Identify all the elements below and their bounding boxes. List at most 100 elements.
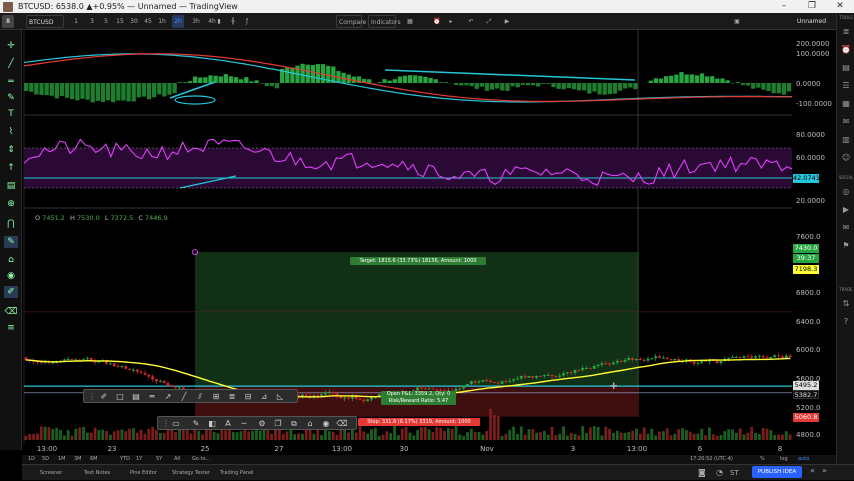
fullscreen-icon[interactable]: ⤢ xyxy=(484,15,494,28)
parallel-icon[interactable]: ⫽ xyxy=(194,391,206,402)
data-window-icon[interactable]: ▤ xyxy=(840,63,852,73)
chart-icon[interactable]: ⊟ xyxy=(242,391,254,402)
maximize-icon[interactable]: ❐ xyxy=(798,0,826,13)
ideas-icon[interactable]: ◎ xyxy=(840,187,852,197)
line-color-icon[interactable]: ✎ xyxy=(190,418,202,429)
play-icon[interactable]: ▶ xyxy=(502,15,512,28)
interval-5[interactable]: 5 xyxy=(100,15,112,28)
camera-icon[interactable]: ◙ xyxy=(698,465,706,481)
bottom-tab-text-notes[interactable]: Text Notes xyxy=(84,465,110,481)
candles-icon[interactable]: ╫ xyxy=(228,15,238,28)
interval-15[interactable]: 15 xyxy=(114,15,126,28)
minimize-icon[interactable]: – xyxy=(770,0,798,13)
alerts-icon[interactable]: ⏰ xyxy=(840,45,852,55)
timeframe-1m[interactable]: 1M xyxy=(58,455,66,464)
profile-avatar[interactable]: 8 xyxy=(2,15,14,28)
stocktwits-icon[interactable]: ST xyxy=(730,465,739,481)
timeframe-goto[interactable]: Go to... xyxy=(192,455,210,464)
long-position-icon[interactable]: ⊿ xyxy=(258,391,270,402)
notifications-icon[interactable]: ⚑ xyxy=(840,241,852,251)
short-position-icon[interactable]: ◺ xyxy=(274,391,286,402)
expand-icon[interactable]: » xyxy=(822,466,827,475)
help-icon[interactable]: ? xyxy=(840,317,852,327)
settings-icon[interactable]: ⚙ xyxy=(256,418,268,429)
pencil-icon[interactable]: ✐ xyxy=(98,391,110,402)
visibility-icon[interactable]: ◉ xyxy=(320,418,332,429)
collapse-icon[interactable]: « xyxy=(810,466,815,475)
bottom-tab-trading-panel[interactable]: Trading Panel xyxy=(220,465,253,481)
watchlist-icon[interactable]: ≣ xyxy=(840,27,852,37)
bottom-tab-pine-editor[interactable]: Pine Editor xyxy=(130,465,157,481)
interval-3h[interactable]: 3h xyxy=(190,15,202,28)
bottom-tab-screener[interactable]: Screener xyxy=(40,465,62,481)
grid-icon[interactable]: ⊞ xyxy=(210,391,222,402)
timeframe-1y[interactable]: 1Y xyxy=(136,455,142,464)
replay-icon[interactable]: ▸ xyxy=(446,15,456,28)
timeframe-5y[interactable]: 5Y xyxy=(156,455,162,464)
copy-icon[interactable]: ❐ xyxy=(272,418,284,429)
line-width-icon[interactable]: ─ xyxy=(238,418,250,429)
volume-bar xyxy=(635,429,638,440)
text-color-icon[interactable]: A xyxy=(222,418,234,429)
fx-icon[interactable]: ƒ xyxy=(242,15,252,28)
drag-handle-icon[interactable]: ⋮ xyxy=(86,391,98,402)
line-style-icon[interactable]: ═ xyxy=(146,391,158,402)
news-icon[interactable]: ✉ xyxy=(840,117,852,127)
ray-icon[interactable]: ↗ xyxy=(162,391,174,402)
interval-2h[interactable]: 2h xyxy=(172,15,184,28)
templates-icon[interactable]: ▦ xyxy=(405,15,415,28)
dom-icon[interactable]: ▥ xyxy=(840,135,852,145)
timeframe-5d[interactable]: 5D xyxy=(42,455,49,464)
avatar[interactable] xyxy=(3,2,13,12)
select-icon[interactable]: ▭ xyxy=(170,418,182,429)
tweet-icon[interactable]: ◔ xyxy=(716,465,723,481)
bottom-tab-strategy-tester[interactable]: Strategy Tester xyxy=(172,465,210,481)
lock-icon[interactable]: ⌂ xyxy=(304,418,316,429)
timeframe-6m[interactable]: 6M xyxy=(90,455,98,464)
calendar-icon[interactable]: ▦ xyxy=(840,99,852,109)
chart-canvas[interactable]: ✛ xyxy=(0,30,796,445)
streams-icon[interactable]: ▶ xyxy=(840,205,852,215)
time-tick: 23 xyxy=(108,445,117,454)
ohlc-close: 7446.9 xyxy=(145,214,168,222)
timeframe-3m[interactable]: 3M xyxy=(74,455,82,464)
log-toggle[interactable]: log xyxy=(780,455,788,464)
publish-idea-button[interactable]: PUBLISH IDEA xyxy=(752,466,802,478)
interval-3[interactable]: 3 xyxy=(86,15,98,28)
trend-icon[interactable]: ╱ xyxy=(178,391,190,402)
histogram-bar xyxy=(152,83,156,97)
interval-30[interactable]: 30 xyxy=(128,15,140,28)
interval-45[interactable]: 45 xyxy=(142,15,154,28)
volume-bar xyxy=(74,429,77,440)
timeframe-1d[interactable]: 1D xyxy=(28,455,35,464)
delete-icon[interactable]: ⌫ xyxy=(336,418,348,429)
compare-button[interactable]: Compare xyxy=(336,15,362,28)
indicators-button[interactable]: Indicators xyxy=(368,15,396,28)
fill-color-icon[interactable]: ◧ xyxy=(206,418,218,429)
percent-toggle[interactable]: % xyxy=(760,455,765,464)
layout-name[interactable]: Unnamed xyxy=(795,15,825,28)
chat-icon[interactable]: ☺ xyxy=(840,153,852,163)
trading-icon[interactable]: ⇅ xyxy=(840,299,852,309)
template-icon[interactable]: ▤ xyxy=(130,391,142,402)
auto-toggle[interactable]: auto xyxy=(798,455,809,464)
timeframe-ytd[interactable]: YTD xyxy=(120,455,130,464)
histogram-bar xyxy=(254,80,258,83)
fib-icon[interactable]: ≣ xyxy=(226,391,238,402)
alert-icon[interactable]: ⏰ xyxy=(431,15,441,28)
stop-label[interactable]: Stop: 331.8 (6.17%) 3319, Amount: 1000 xyxy=(358,418,480,426)
chart-type-icon[interactable]: ▮ xyxy=(214,15,224,28)
interval-1h[interactable]: 1h xyxy=(156,15,168,28)
target-label[interactable]: Target: 1815.6 (33.73%) 18156, Amount: 1… xyxy=(350,257,486,265)
clone-icon[interactable]: ⧉ xyxy=(288,418,300,429)
timeframe-all[interactable]: All xyxy=(174,455,180,464)
undo-icon[interactable]: ↶ xyxy=(466,15,476,28)
close-icon[interactable]: ✕ xyxy=(826,0,854,13)
interval-1[interactable]: 1 xyxy=(70,15,82,28)
layout-icon[interactable]: ▣ xyxy=(729,15,745,28)
pnl-label[interactable]: Open P&L: 3359.2, Qty: 0 Risk/Reward Rat… xyxy=(381,391,456,405)
messages-icon[interactable]: ✉ xyxy=(840,223,852,233)
symbol-search-input[interactable]: BTCUSD xyxy=(26,15,64,28)
rect-icon[interactable]: □ xyxy=(114,391,126,402)
hotlist-icon[interactable]: ☰ xyxy=(840,81,852,91)
